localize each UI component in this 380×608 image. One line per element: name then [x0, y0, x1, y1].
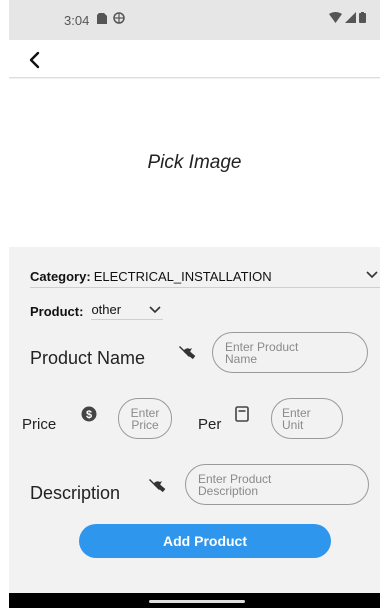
wrench-icon: [179, 346, 196, 360]
status-bar: 3:04: [9, 0, 380, 40]
pick-image-label: Pick Image: [147, 152, 242, 173]
product-row: Product: other: [30, 302, 164, 320]
wifi-icon: [329, 12, 342, 23]
sim-card-icon: [97, 12, 107, 24]
category-value: ELECTRICAL_INSTALLATION: [93, 269, 272, 284]
unit-placeholder: Enter Unit: [282, 405, 311, 432]
wrench-icon: [149, 479, 166, 493]
price-label: Price: [22, 416, 57, 433]
vpn-globe-icon: [113, 12, 125, 24]
product-name-input[interactable]: Enter Product Name: [212, 332, 368, 373]
back-arrow-icon[interactable]: [25, 49, 47, 71]
navigation-bar: [9, 593, 380, 608]
product-dropdown[interactable]: other: [91, 302, 164, 320]
unit-input[interactable]: Enter Unit: [271, 398, 343, 439]
per-label: Per: [198, 416, 222, 433]
description-label: Description: [30, 483, 121, 503]
price-input[interactable]: Enter Price: [118, 398, 172, 439]
svg-text:$: $: [86, 409, 92, 421]
description-input[interactable]: Enter Product Description: [185, 464, 369, 505]
battery-icon: [359, 12, 366, 23]
signal-icon: [345, 12, 356, 23]
app-screen: 3:04 Pick Image Category: ELECTRICAL_INS…: [9, 0, 380, 608]
product-label: Product:: [30, 303, 84, 319]
price-placeholder: Enter Price: [130, 405, 160, 432]
chevron-down-icon: [366, 271, 378, 279]
status-time: 3:04: [64, 13, 90, 28]
app-bar: [9, 40, 380, 78]
home-handle[interactable]: [149, 600, 245, 603]
category-dropdown[interactable]: Category: ELECTRICAL_INSTALLATION: [30, 266, 380, 288]
product-name-label: Product Name: [30, 348, 146, 368]
image-picker[interactable]: Pick Image: [9, 79, 380, 247]
add-product-button[interactable]: Add Product: [79, 524, 331, 558]
product-name-placeholder: Enter Product Name: [225, 339, 299, 366]
product-value: other: [91, 302, 122, 317]
category-label: Category:: [30, 269, 91, 284]
description-placeholder: Enter Product Description: [198, 471, 272, 498]
dollar-circle-icon: $: [81, 406, 97, 422]
chevron-down-icon: [149, 305, 162, 313]
calculator-icon: [235, 406, 249, 422]
